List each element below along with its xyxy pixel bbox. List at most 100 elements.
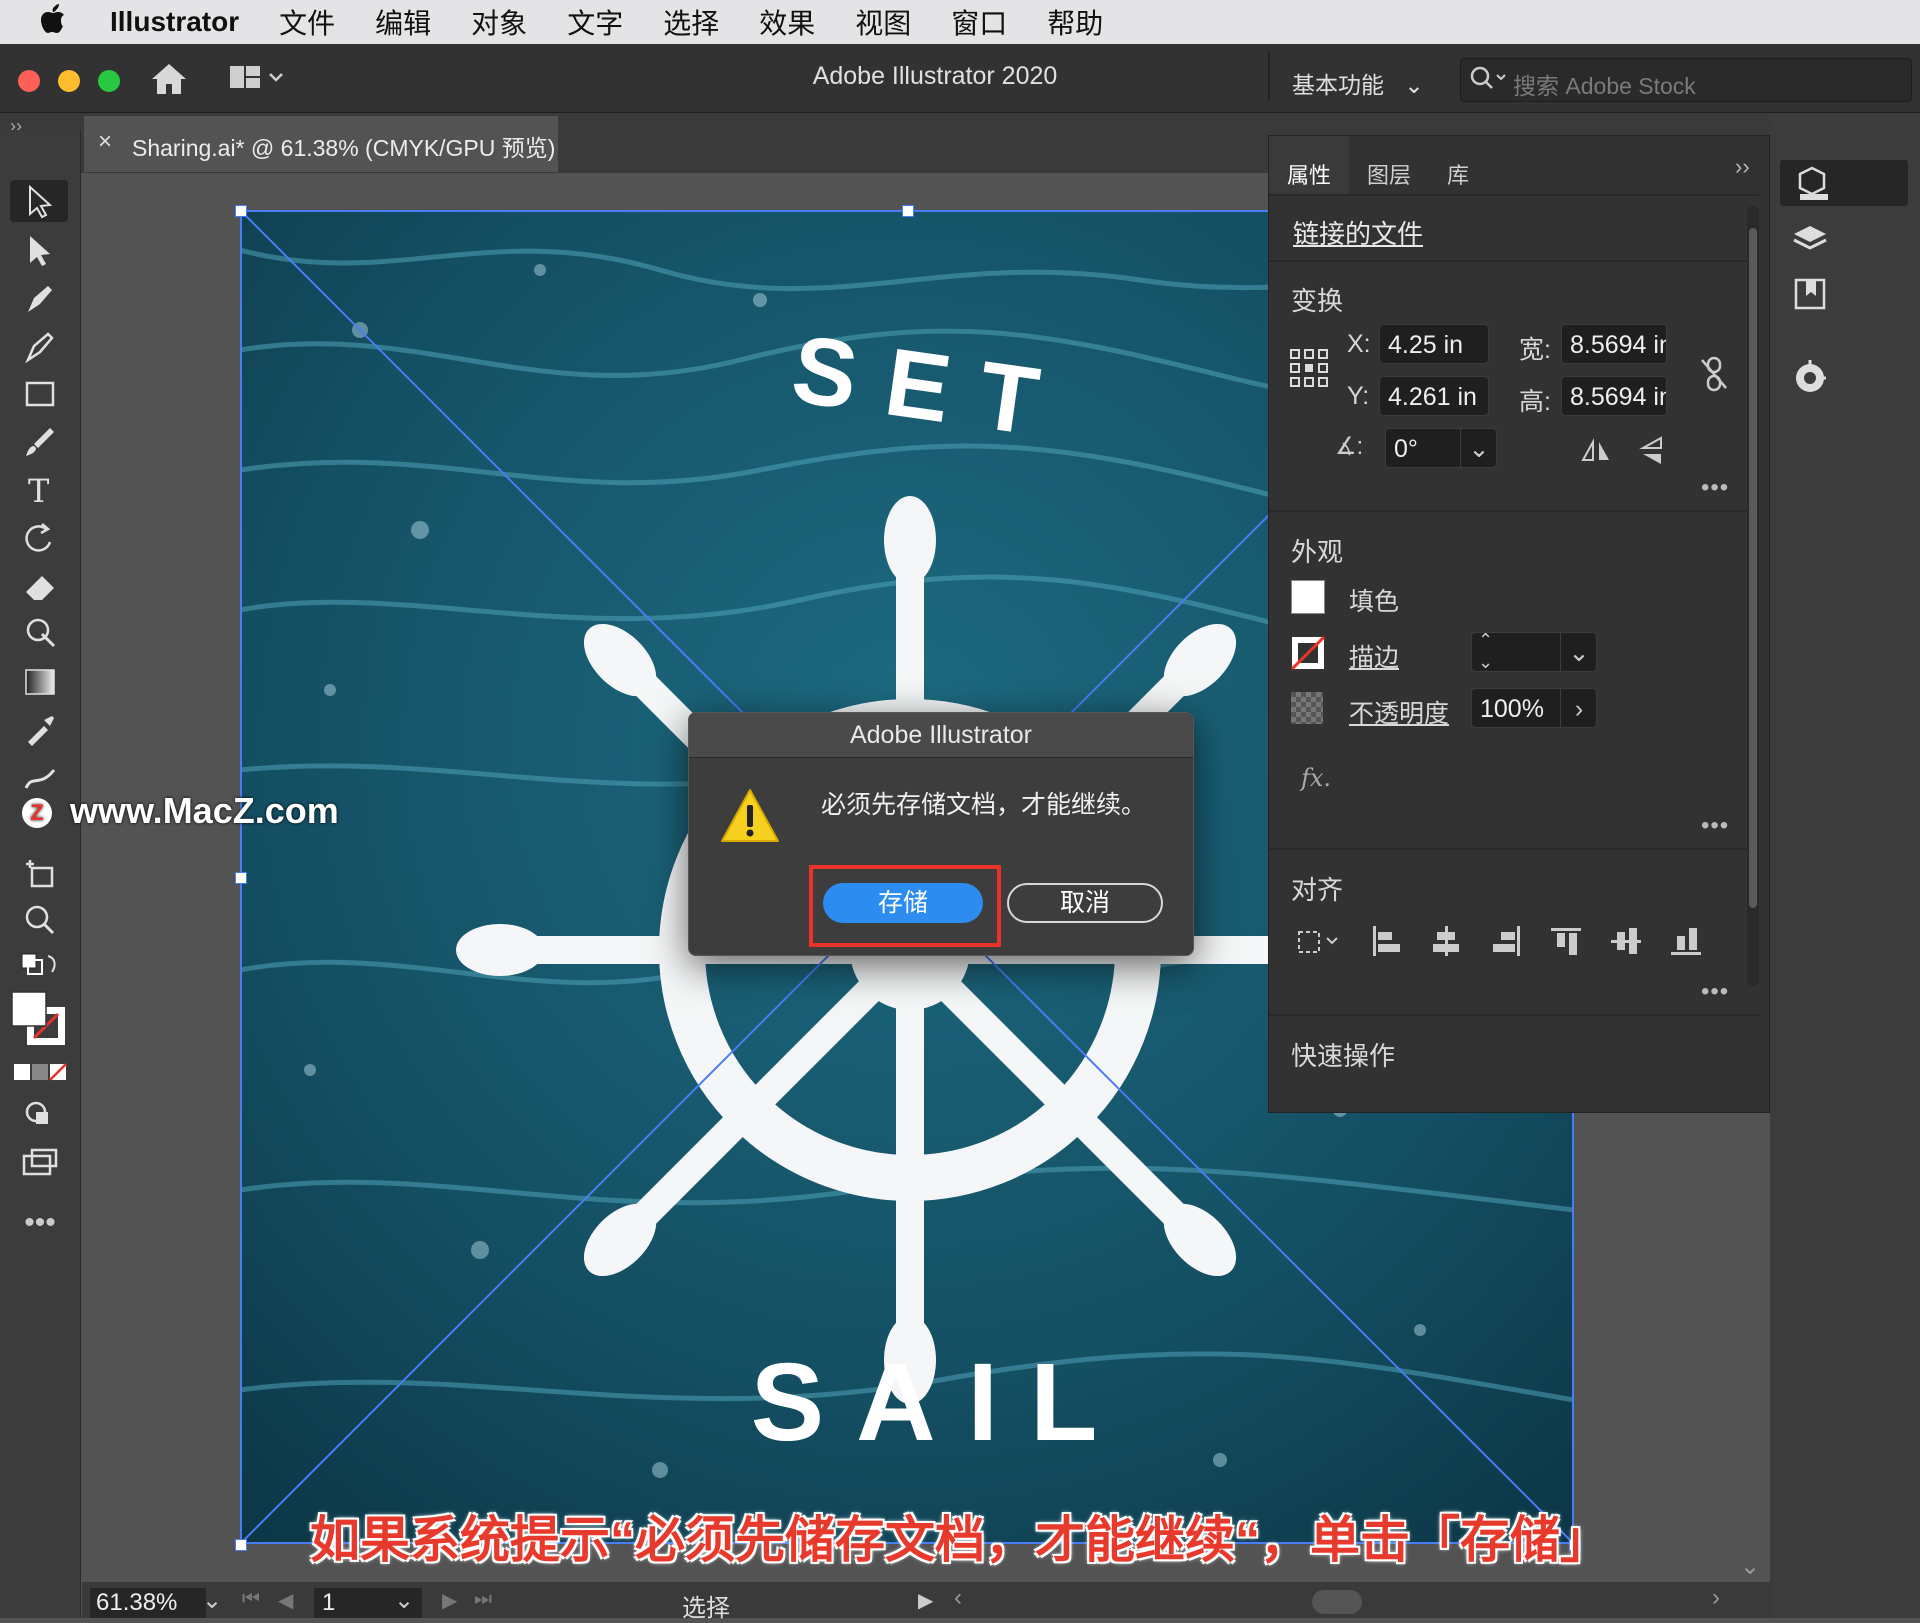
y-field[interactable]: 4.261 in <box>1379 376 1489 416</box>
stroke-label[interactable]: 描边 <box>1349 638 1399 674</box>
panel-menu-icon[interactable]: ›› <box>1735 154 1750 180</box>
reference-point-icon[interactable] <box>1289 348 1329 393</box>
align-left-icon[interactable] <box>1369 924 1403 963</box>
apple-icon[interactable] <box>40 3 80 41</box>
fx-icon[interactable]: fx. <box>1301 764 1331 792</box>
pen-tool-icon[interactable] <box>20 278 60 318</box>
menu-view[interactable]: 视图 <box>855 2 911 42</box>
chevron-down-icon[interactable]: ⌄ <box>1560 633 1596 671</box>
previous-artboard-icon[interactable]: ◀ <box>278 1588 293 1613</box>
first-artboard-icon[interactable]: ⏮ <box>242 1588 260 1611</box>
opacity-label[interactable]: 不透明度 <box>1349 694 1449 730</box>
layers-icon[interactable] <box>1790 222 1830 263</box>
align-to-icon[interactable] <box>1293 924 1343 963</box>
workspace-switcher[interactable]: 基本功能 ⌄ <box>1292 66 1424 100</box>
selection-tool-icon[interactable] <box>20 181 60 221</box>
menu-file[interactable]: 文件 <box>279 2 335 42</box>
minimize-window-button[interactable] <box>58 70 80 92</box>
fill-label[interactable]: 填色 <box>1349 582 1399 618</box>
align-vertical-center-icon[interactable] <box>1609 924 1643 963</box>
rectangle-tool-icon[interactable] <box>20 374 60 414</box>
selection-handle[interactable] <box>235 872 247 884</box>
color-mode-icon[interactable] <box>12 1060 68 1100</box>
last-artboard-icon[interactable]: ⏭ <box>474 1588 492 1611</box>
width-field[interactable]: 8.5694 in <box>1561 324 1667 364</box>
eraser-tool-icon[interactable] <box>20 566 60 606</box>
more-options-icon[interactable]: ••• <box>1701 978 1729 1006</box>
align-bottom-icon[interactable] <box>1669 924 1703 963</box>
eyedropper-tool-icon[interactable] <box>20 710 60 750</box>
chevron-down-icon[interactable]: ⌄ <box>202 1586 222 1615</box>
constrain-proportions-icon[interactable] <box>1699 354 1729 399</box>
menu-edit[interactable]: 编辑 <box>375 2 431 42</box>
save-button[interactable]: 存储 <box>823 883 983 923</box>
menu-object[interactable]: 对象 <box>471 2 527 42</box>
panel-scrollbar[interactable] <box>1747 206 1759 986</box>
document-tab[interactable]: × Sharing.ai* @ 61.38% (CMYK/GPU 预览) <box>84 116 558 172</box>
zoom-field[interactable]: 61.38% <box>90 1588 206 1618</box>
menu-type[interactable]: 文字 <box>567 2 623 42</box>
stroke-swatch[interactable] <box>1290 635 1326 675</box>
arrange-documents-icon[interactable] <box>228 64 288 97</box>
close-tab-icon[interactable]: × <box>98 128 112 156</box>
scroll-down-icon[interactable]: ⌄ <box>1740 1552 1760 1581</box>
stock-search-field[interactable]: 搜索 Adobe Stock <box>1460 58 1912 102</box>
opacity-field[interactable]: 100% › <box>1471 688 1597 728</box>
paintbrush-tool-icon[interactable] <box>20 422 60 462</box>
stroke-weight-field[interactable]: ⌃ ⌄ ⌄ <box>1471 632 1597 672</box>
tab-layers[interactable]: 图层 <box>1367 158 1411 190</box>
curvature-tool-icon[interactable] <box>20 326 60 366</box>
zoom-window-button[interactable] <box>98 70 120 92</box>
selection-handle[interactable] <box>902 205 914 217</box>
type-tool-icon[interactable]: T <box>20 470 60 510</box>
color-guide-icon[interactable] <box>1790 358 1830 403</box>
menu-select[interactable]: 选择 <box>663 2 719 42</box>
x-field[interactable]: 4.25 in <box>1379 324 1489 364</box>
swap-fill-stroke-icon[interactable] <box>20 950 60 990</box>
align-horizontal-center-icon[interactable] <box>1429 924 1463 963</box>
stepper-icon[interactable]: ⌃ ⌄ <box>1478 633 1493 671</box>
selection-handle[interactable] <box>235 205 247 217</box>
tab-properties[interactable]: 属性 <box>1287 158 1331 190</box>
zoom-tool-icon[interactable] <box>20 900 60 940</box>
tab-libraries[interactable]: 库 <box>1447 158 1469 190</box>
chevron-down-icon[interactable]: ⌄ <box>1460 429 1496 467</box>
scroll-right-icon[interactable]: › <box>1712 1584 1720 1612</box>
direct-selection-tool-icon[interactable] <box>20 230 60 270</box>
scroll-left-icon[interactable]: ‹ <box>954 1584 962 1612</box>
panel-scroll-thumb[interactable] <box>1749 228 1757 908</box>
menu-app-name[interactable]: Illustrator <box>110 6 239 38</box>
menu-effect[interactable]: 效果 <box>759 2 815 42</box>
divider <box>1269 260 1759 262</box>
fill-stroke-swatch[interactable] <box>10 990 70 1050</box>
gradient-tool-icon[interactable] <box>20 662 60 702</box>
rotate-tool-icon[interactable] <box>20 518 60 558</box>
artboard-tool-icon[interactable] <box>20 854 60 894</box>
next-artboard-icon[interactable]: ▶ <box>442 1588 457 1613</box>
flip-horizontal-icon[interactable] <box>1579 436 1613 471</box>
status-menu-icon[interactable]: ▶ <box>918 1588 933 1613</box>
height-field[interactable]: 8.5694 in <box>1561 376 1667 416</box>
flip-vertical-icon[interactable] <box>1637 434 1667 473</box>
cancel-button[interactable]: 取消 <box>1007 883 1163 923</box>
close-window-button[interactable] <box>18 70 40 92</box>
properties-dock-button[interactable] <box>1780 160 1908 206</box>
chevron-down-icon[interactable]: ⌄ <box>394 1586 414 1615</box>
menu-window[interactable]: 窗口 <box>951 2 1007 42</box>
libraries-icon[interactable] <box>1790 276 1830 317</box>
chevron-right-icon[interactable]: › <box>1560 689 1596 727</box>
linked-file-link[interactable]: 链接的文件 <box>1293 214 1423 251</box>
draw-mode-icon[interactable] <box>20 1096 60 1136</box>
shape-builder-tool-icon[interactable] <box>20 614 60 654</box>
align-right-icon[interactable] <box>1489 924 1523 963</box>
more-options-icon[interactable]: ••• <box>1701 474 1729 502</box>
fill-swatch[interactable] <box>1291 580 1325 614</box>
home-icon[interactable] <box>150 62 188 101</box>
menu-help[interactable]: 帮助 <box>1047 2 1103 42</box>
align-top-icon[interactable] <box>1549 924 1583 963</box>
rotate-angle-field[interactable]: 0° ⌄ <box>1385 428 1497 468</box>
more-options-icon[interactable]: ••• <box>1701 812 1729 840</box>
screen-mode-icon[interactable] <box>20 1142 60 1182</box>
horizontal-scroll-thumb[interactable] <box>1312 1590 1362 1614</box>
more-tools-icon[interactable]: ••• <box>20 1206 60 1246</box>
